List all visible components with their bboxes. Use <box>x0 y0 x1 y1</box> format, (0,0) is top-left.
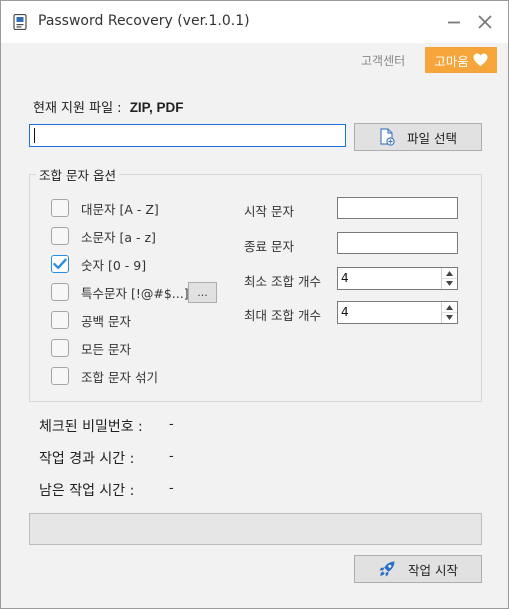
supported-file-types: ZIP, PDF <box>129 100 184 115</box>
thanks-button-label: 고마움 <box>434 53 469 69</box>
caret-down-icon <box>446 314 453 320</box>
checkbox-label: 모든 문자 <box>81 341 131 357</box>
checkbox-all[interactable]: 모든 문자 <box>51 338 131 358</box>
checkbox-label: 특수문자 [!@#$...] <box>81 285 189 301</box>
checkbox-label: 대문자 [A - Z] <box>81 201 159 217</box>
min-count-spin-buttons <box>441 268 457 289</box>
max-count-stepper[interactable]: 4 <box>337 301 458 324</box>
checkbox-box[interactable] <box>51 367 69 385</box>
start-job-button[interactable]: 작업 시작 <box>354 555 482 583</box>
checkbox-label: 숫자 [0 - 9] <box>81 257 147 273</box>
special-chars-button[interactable]: ... <box>188 282 217 303</box>
close-button[interactable] <box>474 11 496 33</box>
progress-bar <box>29 513 482 545</box>
caret-up-icon <box>446 270 453 276</box>
minimize-button[interactable] <box>443 11 465 33</box>
close-icon <box>478 15 492 29</box>
checkbox-digits[interactable]: 숫자 [0 - 9] <box>51 254 146 274</box>
spin-down-button[interactable] <box>442 278 457 288</box>
title-bar[interactable]: Password Recovery (ver.1.0.1) <box>1 1 508 43</box>
caret-down-icon <box>446 280 453 286</box>
rocket-icon <box>379 561 395 577</box>
checkbox-box[interactable] <box>51 227 69 245</box>
elapsed-time-value: - <box>169 449 174 464</box>
text-caret <box>34 128 35 143</box>
start-char-label: 시작 문자 <box>244 204 294 219</box>
select-file-button-label: 파일 선택 <box>407 130 457 146</box>
elapsed-time-label: 작업 경과 시간 : <box>39 451 135 467</box>
max-count-spin-buttons <box>441 302 457 323</box>
max-count-label: 최대 조합 개수 <box>244 308 321 323</box>
header-row: 고객센터 고마움 <box>1 43 508 77</box>
checkbox-uppercase[interactable]: 대문자 [A - Z] <box>51 198 159 218</box>
end-char-input[interactable] <box>337 232 458 254</box>
caret-up-icon <box>446 304 453 310</box>
select-file-button[interactable]: 파일 선택 <box>354 123 482 151</box>
heart-icon <box>473 53 488 67</box>
checkbox-box[interactable] <box>51 283 69 301</box>
minimize-icon <box>448 21 460 24</box>
window-title: Password Recovery (ver.1.0.1) <box>38 13 250 29</box>
file-add-icon <box>380 128 395 146</box>
checkbox-box-checked[interactable] <box>51 255 69 273</box>
thanks-button[interactable]: 고마움 <box>425 47 497 73</box>
checkbox-label: 소문자 [a - z] <box>81 229 156 245</box>
checkbox-label: 조합 문자 섞기 <box>81 369 158 385</box>
checkbox-box[interactable] <box>51 199 69 217</box>
checkbox-special[interactable]: 특수문자 [!@#$...] <box>51 282 189 302</box>
app-document-icon <box>13 14 27 30</box>
end-char-label: 종료 문자 <box>244 239 294 254</box>
file-path-input[interactable] <box>29 124 346 147</box>
remaining-time-value: - <box>169 481 174 496</box>
max-count-value[interactable]: 4 <box>341 305 349 319</box>
checkbox-label: 공백 문자 <box>81 313 131 329</box>
checkbox-shuffle[interactable]: 조합 문자 섞기 <box>51 366 158 386</box>
start-char-input[interactable] <box>337 197 458 219</box>
min-count-stepper[interactable]: 4 <box>337 267 458 290</box>
checked-passwords-value: - <box>169 417 174 432</box>
checkbox-lowercase[interactable]: 소문자 [a - z] <box>51 226 156 246</box>
support-link[interactable]: 고객센터 <box>361 52 405 69</box>
min-count-value[interactable]: 4 <box>341 271 349 285</box>
remaining-time-label: 남은 작업 시간 : <box>39 483 135 499</box>
checkmark-icon <box>53 258 67 269</box>
supported-files-label: 현재 지원 파일 : <box>33 101 122 116</box>
app-window: Password Recovery (ver.1.0.1) 고객센터 고마움 현… <box>0 0 509 609</box>
min-count-label: 최소 조합 개수 <box>244 274 321 289</box>
supported-files-text: 현재 지원 파일 : ZIP, PDF <box>33 97 183 116</box>
start-job-button-label: 작업 시작 <box>408 562 458 578</box>
charset-options-title: 조합 문자 옵션 <box>36 165 119 184</box>
checkbox-space[interactable]: 공백 문자 <box>51 310 131 330</box>
spin-down-button[interactable] <box>442 312 457 322</box>
main-panel: 현재 지원 파일 : ZIP, PDF 파일 선택 조합 문자 옵션 대문자 [… <box>1 77 508 608</box>
checkbox-box[interactable] <box>51 339 69 357</box>
checked-passwords-label: 체크된 비밀번호 : <box>39 419 143 435</box>
checkbox-box[interactable] <box>51 311 69 329</box>
